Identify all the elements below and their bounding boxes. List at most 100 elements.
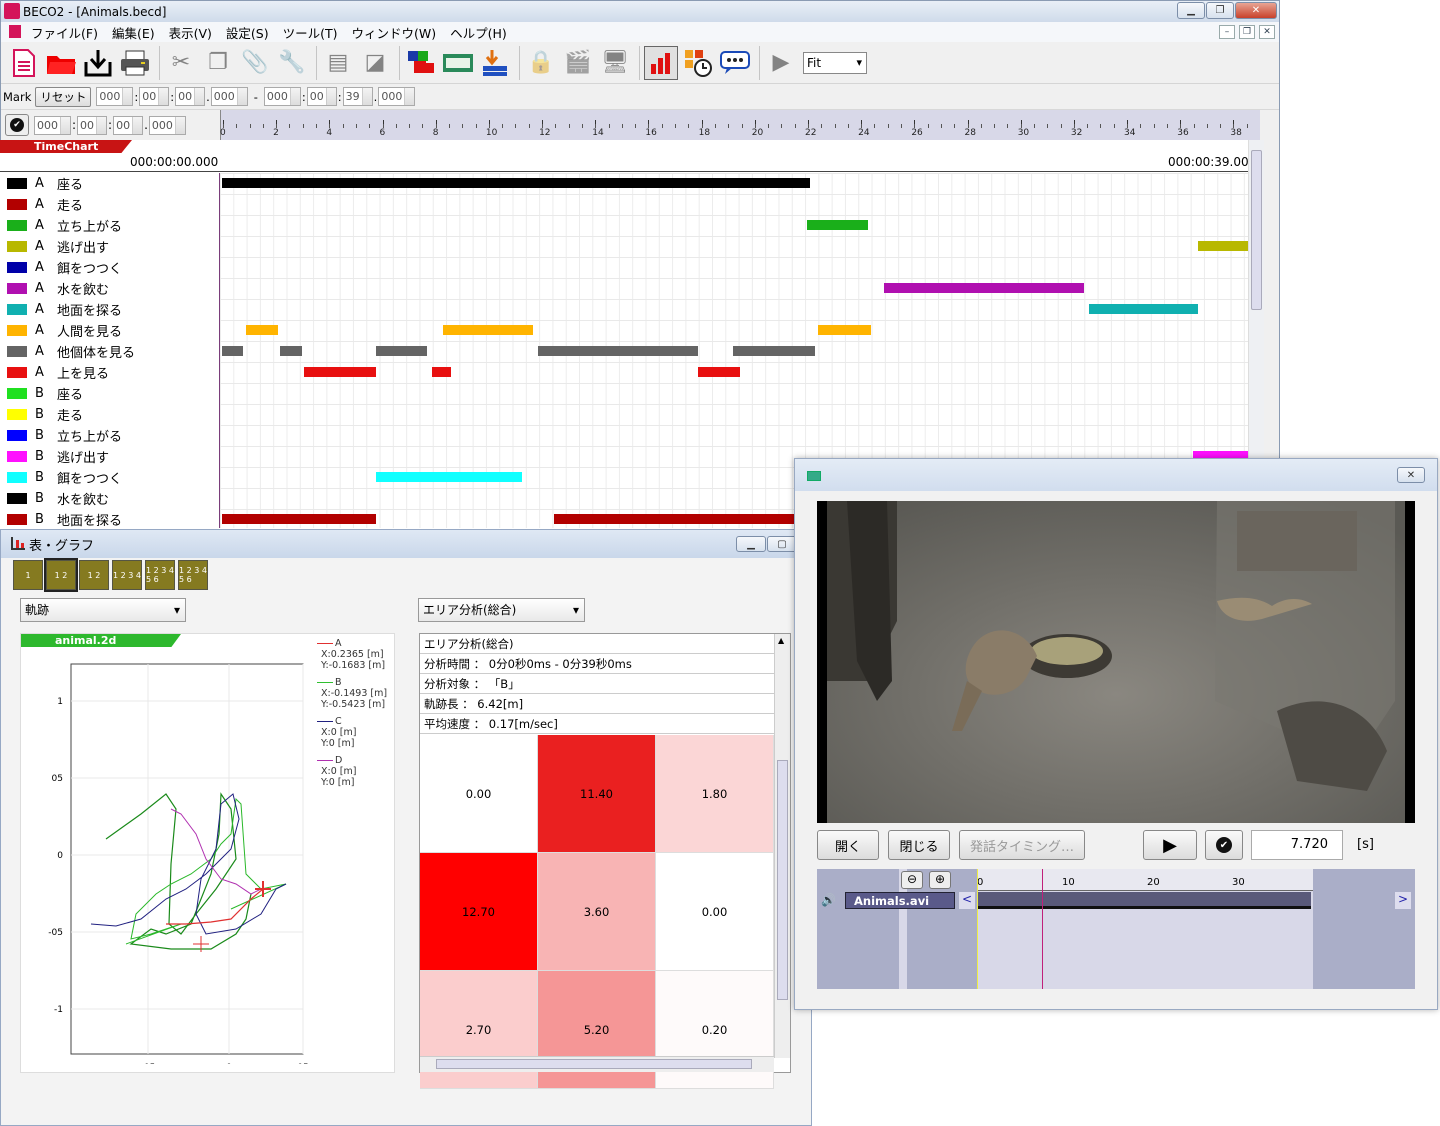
time-ruler[interactable]: 0 2 4 6 8 10 12 14 16 18 20 22 24 26 28 30 32 34 36 38 xyxy=(220,110,1260,140)
mark-end-h[interactable]: 000 xyxy=(263,87,301,106)
cut-icon[interactable]: ✂ xyxy=(164,46,198,80)
track-name[interactable]: Animals.avi xyxy=(845,892,955,909)
mark-start-m[interactable]: 00 xyxy=(139,87,170,106)
mdi-minimize-button[interactable]: – xyxy=(1219,25,1235,39)
layout-1-button[interactable]: 1 xyxy=(13,560,43,590)
behavior-bar[interactable] xyxy=(817,325,871,335)
clapper-icon[interactable]: 🎬 xyxy=(561,46,595,80)
import-icon[interactable] xyxy=(478,46,512,80)
track-right-icon[interactable]: > xyxy=(1395,892,1411,909)
maximize-button[interactable]: ❐ xyxy=(1206,2,1234,19)
behavior-bar[interactable] xyxy=(222,514,377,524)
area-vscrollbar[interactable]: ▲ xyxy=(774,634,790,1058)
tag-icon[interactable]: ◪ xyxy=(358,46,392,80)
behavior-bar[interactable] xyxy=(245,325,278,335)
behavior-row[interactable]: A 餌をつつく xyxy=(0,257,219,278)
behavior-bar[interactable] xyxy=(432,367,451,377)
play-button[interactable]: ▶ xyxy=(1143,830,1197,860)
behavior-bar[interactable] xyxy=(538,346,698,356)
attach-icon[interactable]: 📎 xyxy=(238,46,272,80)
menu-file[interactable]: ファイル(F) xyxy=(31,23,98,42)
behavior-row[interactable]: A 水を飲む xyxy=(0,278,219,299)
menu-help[interactable]: ヘルプ(H) xyxy=(450,23,507,42)
zoom-out-icon[interactable]: ⊖ xyxy=(901,871,923,889)
speech-timing-button[interactable]: 発話タイミング… xyxy=(959,830,1085,860)
behavior-row[interactable]: B 座る xyxy=(0,383,219,404)
behavior-row[interactable]: B 水を飲む xyxy=(0,488,219,509)
mark-start-h[interactable]: 000 xyxy=(96,87,134,106)
cursor-h[interactable]: 000 xyxy=(34,115,71,135)
menu-window[interactable]: ウィンドウ(W) xyxy=(352,23,437,42)
zoom-in-icon[interactable]: ⊕ xyxy=(929,871,951,889)
behavior-bar[interactable] xyxy=(376,346,427,356)
behavior-row[interactable]: B 逃げ出す xyxy=(0,446,219,467)
video-frame[interactable] xyxy=(817,501,1415,823)
behavior-bar[interactable] xyxy=(280,346,302,356)
area-hscrollbar[interactable] xyxy=(420,1056,774,1072)
tools-icon[interactable]: 🔧 xyxy=(275,46,309,80)
menu-view[interactable]: 表示(V) xyxy=(169,23,212,42)
layout-4-button[interactable]: 1 2 3 4 xyxy=(112,560,142,590)
layout-2h-button[interactable]: 1 2 xyxy=(44,558,78,592)
timechart-tab[interactable]: TimeChart xyxy=(0,140,132,153)
left-graph-select[interactable]: 軌跡 xyxy=(20,598,186,622)
close-button[interactable]: ✕ xyxy=(1235,2,1277,19)
film-icon[interactable] xyxy=(441,46,475,80)
behavior-bar[interactable] xyxy=(697,367,741,377)
behavior-row[interactable]: A 走る xyxy=(0,194,219,215)
menu-settings[interactable]: 設定(S) xyxy=(226,23,269,42)
open-folder-icon[interactable] xyxy=(44,46,78,80)
speaker-icon[interactable]: 🔊 xyxy=(821,893,836,907)
behavior-row[interactable]: A 座る xyxy=(0,173,219,194)
behavior-row[interactable]: A 立ち上がる xyxy=(0,215,219,236)
behavior-row[interactable]: B 餌をつつく xyxy=(0,467,219,488)
mark-end-s[interactable]: 39 xyxy=(342,87,373,106)
behavior-bar[interactable] xyxy=(554,514,807,524)
speech-icon[interactable] xyxy=(718,46,752,80)
layout-icon[interactable]: ▤ xyxy=(321,46,355,80)
behavior-row[interactable]: A 地面を探る xyxy=(0,299,219,320)
close-video-button[interactable]: 閉じる xyxy=(888,830,950,860)
mark-end-m[interactable]: 00 xyxy=(306,87,337,106)
lock-icon[interactable]: 🔒 xyxy=(524,46,558,80)
layout-6v-button[interactable]: 1 2 3 4 5 6 xyxy=(178,560,208,590)
behavior-row[interactable]: A 人間を見る xyxy=(0,320,219,341)
new-file-icon[interactable] xyxy=(7,46,41,80)
behavior-row[interactable]: B 立ち上がる xyxy=(0,425,219,446)
graph-maximize-button[interactable]: ▢ xyxy=(767,536,797,552)
layout-2v-button[interactable]: 1 2 xyxy=(79,560,109,590)
video-close-button[interactable]: ✕ xyxy=(1397,467,1425,483)
behavior-bar[interactable] xyxy=(222,346,244,356)
time-field[interactable]: 7.720 xyxy=(1251,830,1343,860)
save-icon[interactable] xyxy=(81,46,115,80)
cursor-s[interactable]: 00 xyxy=(113,115,144,135)
zoom-select[interactable]: Fit xyxy=(803,51,867,74)
color-blocks-icon[interactable] xyxy=(404,46,438,80)
timer-icon[interactable] xyxy=(681,46,715,80)
playhead[interactable] xyxy=(1042,869,1043,989)
menu-edit[interactable]: 編集(E) xyxy=(112,23,155,42)
behavior-bar[interactable] xyxy=(806,220,869,230)
graph-minimize-button[interactable]: ▁ xyxy=(736,536,766,552)
mark-end-ms[interactable]: 000 xyxy=(378,87,416,106)
mark-start-s[interactable]: 00 xyxy=(175,87,206,106)
reset-button[interactable]: リセット xyxy=(35,86,92,107)
track-bar[interactable] xyxy=(977,892,1311,909)
behavior-bar[interactable] xyxy=(376,472,523,482)
mdi-restore-button[interactable]: ❐ xyxy=(1239,25,1255,39)
menu-tools[interactable]: ツール(T) xyxy=(283,23,338,42)
behavior-bar[interactable] xyxy=(222,178,810,188)
behavior-row[interactable]: A 上を見る xyxy=(0,362,219,383)
behavior-row[interactable]: B 走る xyxy=(0,404,219,425)
video-timeline[interactable]: ⊖ ⊕ 0 10 20 30 🔊 Animals.avi < > xyxy=(817,869,1415,989)
copy-icon[interactable]: ❐ xyxy=(201,46,235,80)
cursor-m[interactable]: 00 xyxy=(77,115,108,135)
behavior-row[interactable]: A 他個体を見る xyxy=(0,341,219,362)
cursor-ms[interactable]: 000 xyxy=(148,115,186,135)
print-icon[interactable] xyxy=(118,46,152,80)
video-ruler[interactable]: 0 10 20 30 xyxy=(977,869,1313,891)
behavior-bar[interactable] xyxy=(442,325,534,335)
mdi-close-button[interactable]: ✕ xyxy=(1259,25,1275,39)
monitor-icon[interactable]: 🖥 xyxy=(598,46,632,80)
behavior-bar[interactable] xyxy=(304,367,377,377)
